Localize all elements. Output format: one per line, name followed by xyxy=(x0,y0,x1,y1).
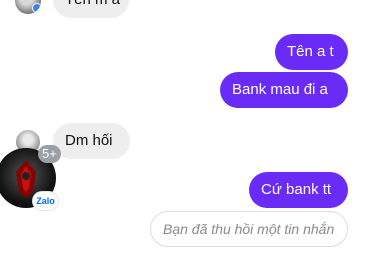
message-outgoing-3[interactable]: Cứ bank tt xyxy=(249,172,348,208)
member-count-badge: 5+ xyxy=(38,145,61,163)
message-incoming-1[interactable]: Tên m a xyxy=(53,0,129,18)
sender-avatar-top[interactable] xyxy=(15,0,41,14)
recalled-message-notice[interactable]: Bạn đã thu hồi một tin nhắn xyxy=(150,211,348,247)
message-outgoing-1[interactable]: Tên a t xyxy=(275,34,348,70)
zalo-label: Zalo xyxy=(33,192,58,210)
message-outgoing-2[interactable]: Bank mau đi a xyxy=(220,72,348,108)
message-incoming-2[interactable]: Dm hối xyxy=(53,123,130,159)
chat-thread: Tên m a Tên a t Bank mau đi a Dm hối 5+ … xyxy=(0,0,374,257)
online-dot-icon xyxy=(32,3,41,13)
